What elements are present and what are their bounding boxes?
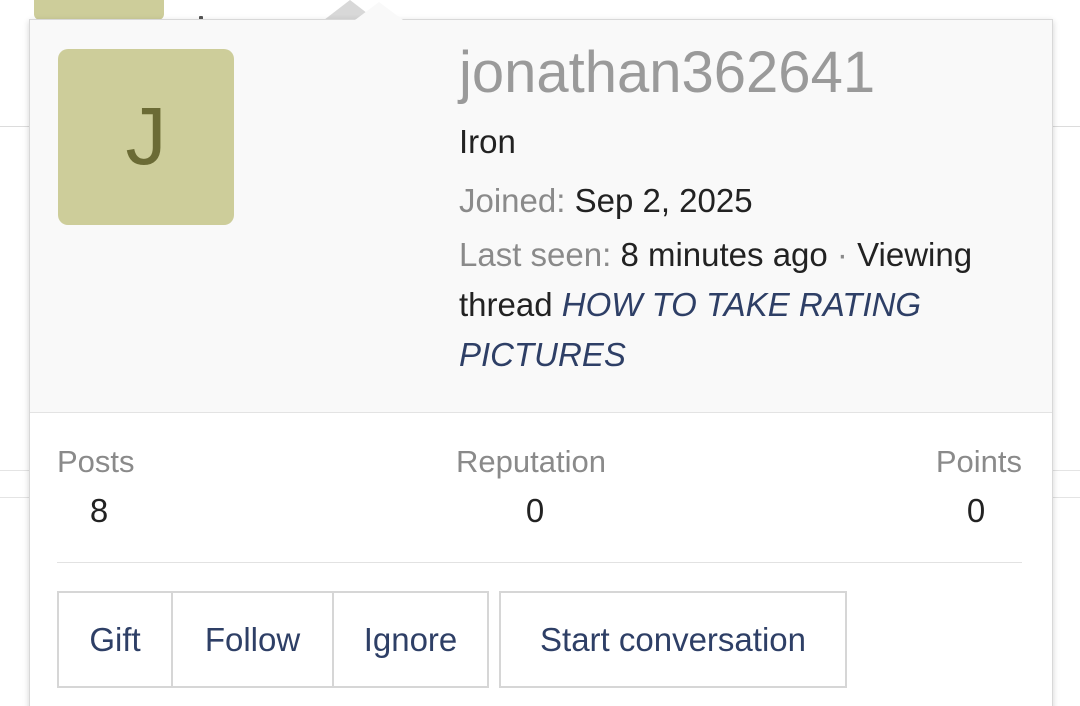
stats-divider [57,562,1022,563]
background-avatar [34,0,164,20]
follow-button[interactable]: Follow [171,593,332,686]
stat-points-value: 0 [966,492,986,529]
stat-reputation-label: Reputation [456,444,606,479]
start-conversation-button[interactable]: Start conversation [499,591,847,688]
last-seen-time: 8 minutes ago [620,236,828,273]
ignore-button[interactable]: Ignore [332,593,487,686]
stat-points: Points 0 [930,442,1022,531]
stat-posts-value: 8 [89,492,109,529]
avatar-letter: J [125,91,167,182]
joined-label: Joined: [459,182,566,219]
last-seen-row: Last seen: 8 minutes ago · Viewing threa… [459,230,1029,380]
avatar[interactable]: J [58,49,234,225]
username-link[interactable]: jonathan362641 [459,38,1029,108]
activity-separator: · [827,236,858,273]
action-button-group: Gift Follow Ignore [57,591,489,688]
popup-arrow-fill [355,2,403,20]
member-tooltip-header: J jonathan362641 Iron Joined: Sep 2, 202… [30,20,1052,413]
joined-date: Sep 2, 2025 [574,182,753,219]
stat-reputation: Reputation 0 [456,442,614,531]
joined-row: Joined: Sep 2, 2025 [459,181,1029,221]
stat-reputation-value: 0 [525,492,545,529]
stat-posts-label: Posts [57,444,135,479]
member-info: jonathan362641 Iron Joined: Sep 2, 2025 … [459,38,1029,380]
page: J jonathan362641 Iron Joined: Sep 2, 202… [0,0,1080,706]
member-stats: Posts 8 Reputation 0 Points 0 [57,442,1022,562]
stat-points-label: Points [935,444,1022,479]
last-seen-label: Last seen: [459,236,612,273]
member-actions: Gift Follow Ignore Start conversation [57,591,847,688]
gift-button[interactable]: Gift [59,593,171,686]
user-rank: Iron [459,123,516,160]
stat-posts: Posts 8 [57,442,141,531]
